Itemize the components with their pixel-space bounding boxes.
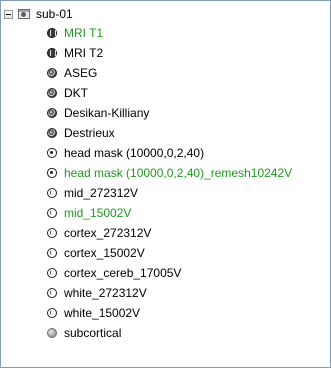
head-surface-icon bbox=[47, 148, 57, 158]
tree-item-label: head mask (10000,0,2,40) bbox=[64, 146, 205, 160]
tree-item-label: MRI T1 bbox=[64, 26, 104, 40]
tree-item-head-mask[interactable]: head mask (10000,0,2,40) bbox=[47, 145, 204, 161]
tree-item-cortex-15002v[interactable]: cortex_15002V bbox=[47, 245, 145, 261]
cortex-surface-icon bbox=[47, 248, 57, 258]
tree-item-label: subcortical bbox=[64, 326, 122, 340]
collapse-icon[interactable] bbox=[4, 9, 13, 19]
tree-item-cortex-cereb-17005v[interactable]: cortex_cereb_17005V bbox=[47, 265, 181, 281]
tree-item-destrieux[interactable]: Destrieux bbox=[47, 125, 115, 141]
tree-item-cortex-272312v[interactable]: cortex_272312V bbox=[47, 225, 151, 241]
tree-item-white-15002v[interactable]: white_15002V bbox=[47, 305, 140, 321]
tree-item-aseg[interactable]: ASEG bbox=[47, 65, 97, 81]
subject-icon bbox=[16, 8, 32, 21]
tree-item-mid-15002v[interactable]: mid_15002V bbox=[47, 205, 131, 221]
atlas-icon bbox=[47, 88, 57, 98]
tree-item-subcortical[interactable]: subcortical bbox=[47, 325, 121, 341]
tree-item-mri-t1[interactable]: MRI T1 bbox=[47, 25, 103, 41]
tree-item-label: Desikan-Killiany bbox=[64, 106, 150, 120]
atlas-icon bbox=[47, 68, 57, 78]
tree-item-label: MRI T2 bbox=[64, 46, 104, 60]
tree-item-mid-272312v[interactable]: mid_272312V bbox=[47, 185, 138, 201]
mri-icon bbox=[47, 48, 57, 58]
head-surface-icon bbox=[47, 168, 57, 178]
tree-item-label: Destrieux bbox=[64, 126, 115, 140]
tree-item-label: ASEG bbox=[64, 66, 98, 80]
tree-item-label: DKT bbox=[64, 86, 88, 100]
anatomy-tree-panel: sub-01 MRI T1 MRI T2 ASEG DKT Desikan-Ki… bbox=[0, 0, 331, 368]
tree-item-label: cortex_272312V bbox=[64, 226, 152, 240]
cortex-surface-icon bbox=[47, 228, 57, 238]
cortex-surface-icon bbox=[47, 308, 57, 318]
tree-item-head-mask-remesh[interactable]: head mask (10000,0,2,40)_remesh10242V bbox=[47, 165, 292, 181]
cortex-surface-icon bbox=[47, 288, 57, 298]
tree-item-white-272312v[interactable]: white_272312V bbox=[47, 285, 147, 301]
tree-item-dkt[interactable]: DKT bbox=[47, 85, 88, 101]
cortex-surface-icon bbox=[47, 188, 57, 198]
tree-item-label: white_15002V bbox=[64, 306, 141, 320]
atlas-icon bbox=[47, 108, 57, 118]
mri-icon bbox=[47, 28, 57, 38]
tree-item-mri-t2[interactable]: MRI T2 bbox=[47, 45, 103, 61]
tree-item-label: cortex_cereb_17005V bbox=[64, 266, 182, 280]
tree-item-label: white_272312V bbox=[64, 286, 147, 300]
cortex-surface-icon bbox=[47, 208, 57, 218]
tree-item-label: head mask (10000,0,2,40)_remesh10242V bbox=[64, 166, 293, 180]
tree-root-label: sub-01 bbox=[36, 7, 73, 21]
tree-item-label: mid_15002V bbox=[64, 206, 132, 220]
tree-root-sub-01[interactable]: sub-01 bbox=[4, 6, 73, 22]
cortex-surface-icon bbox=[47, 268, 57, 278]
tree-item-desikan-killiany[interactable]: Desikan-Killiany bbox=[47, 105, 149, 121]
subcortical-icon bbox=[47, 328, 57, 338]
tree-item-label: mid_272312V bbox=[64, 186, 139, 200]
atlas-icon bbox=[47, 128, 57, 138]
tree-item-label: cortex_15002V bbox=[64, 246, 145, 260]
